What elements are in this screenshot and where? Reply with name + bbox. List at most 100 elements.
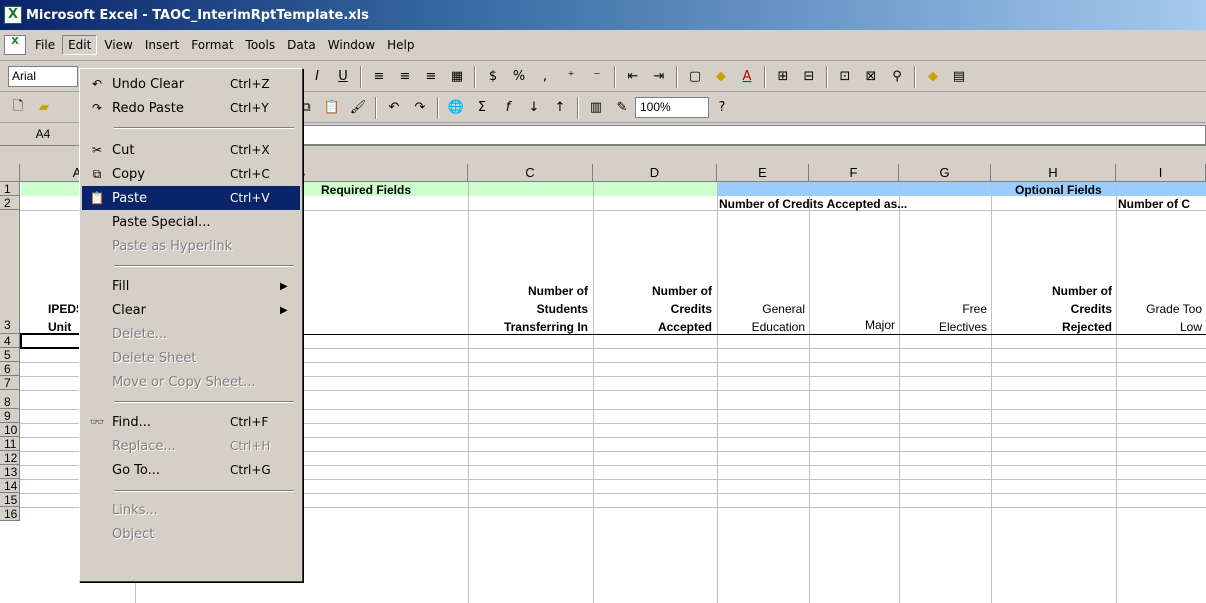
row-header[interactable]: 16 <box>0 507 20 521</box>
decrease-indent-icon[interactable]: ⇤ <box>621 66 645 88</box>
hyperlink-icon[interactable]: 🌐 <box>444 97 468 119</box>
cell-e3[interactable]: General Education <box>717 300 805 336</box>
row-header[interactable]: 10 <box>0 423 20 437</box>
menu-edit[interactable]: Edit <box>62 35 98 55</box>
binoculars-icon: 👓 <box>89 415 105 429</box>
menu-redo[interactable]: ↷ Redo Paste Ctrl+Y <box>82 96 300 120</box>
menu-find[interactable]: 👓 Find... Ctrl+F <box>82 410 300 434</box>
toolbar-button-icon[interactable]: ⊟ <box>797 66 821 88</box>
sort-ascending-icon[interactable]: ↓ <box>522 97 546 119</box>
row-header[interactable]: 8 <box>0 390 20 409</box>
merge-center-icon[interactable]: ▦ <box>445 66 469 88</box>
increase-indent-icon[interactable]: ⇥ <box>647 66 671 88</box>
row-header[interactable]: 11 <box>0 437 20 451</box>
underline-icon[interactable]: U <box>331 66 355 88</box>
cell-g3[interactable]: Free Electives <box>899 300 987 336</box>
menu-file[interactable]: File <box>30 36 60 54</box>
menu-insert[interactable]: Insert <box>140 36 184 54</box>
row-header[interactable]: 2 <box>0 196 20 210</box>
toolbar-button-icon[interactable]: ▤ <box>947 66 971 88</box>
menu-format[interactable]: Format <box>186 36 238 54</box>
italic-icon[interactable]: I <box>305 66 329 88</box>
decrease-decimal-icon[interactable]: ⁻ <box>585 66 609 88</box>
percent-icon[interactable]: % <box>507 66 531 88</box>
cell-b1[interactable]: Required Fields <box>321 183 411 197</box>
undo-icon[interactable]: ↶ <box>382 97 406 119</box>
diamond-icon[interactable]: ◆ <box>921 66 945 88</box>
name-box[interactable]: A4 <box>8 125 78 145</box>
menu-copy[interactable]: ⧉ Copy Ctrl+C <box>82 162 300 186</box>
grid-line <box>717 182 718 603</box>
align-right-icon[interactable]: ≡ <box>419 66 443 88</box>
align-left-icon[interactable]: ≡ <box>367 66 391 88</box>
new-document-icon[interactable]: 🗋 <box>6 97 30 119</box>
menu-paste-special[interactable]: Paste Special... <box>82 210 300 234</box>
column-header[interactable]: E <box>717 164 809 182</box>
zoom-box[interactable]: 100% <box>635 97 709 118</box>
cell-e2[interactable]: Number of Credits Accepted as... <box>719 197 907 211</box>
cell-c3[interactable]: Number of Students Transferring In <box>468 282 588 336</box>
menu-goto[interactable]: Go To... Ctrl+G <box>82 458 300 482</box>
row-header[interactable]: 9 <box>0 409 20 423</box>
align-center-icon[interactable]: ≡ <box>393 66 417 88</box>
sort-descending-icon[interactable]: ↑ <box>548 97 572 119</box>
formula-input[interactable] <box>300 125 1206 145</box>
row-header[interactable]: 13 <box>0 465 20 479</box>
menu-undo[interactable]: ↶ Undo Clear Ctrl+Z <box>82 72 300 96</box>
fill-color-icon[interactable]: ◆ <box>709 66 733 88</box>
cell-i2[interactable]: Number of C <box>1118 197 1190 211</box>
comma-icon[interactable]: , <box>533 66 557 88</box>
column-header[interactable]: D <box>593 164 717 182</box>
autosum-icon[interactable]: Σ <box>470 97 494 119</box>
cell-d3[interactable]: Number of Credits Accepted <box>593 282 712 336</box>
menu-help[interactable]: Help <box>382 36 419 54</box>
chart-wizard-icon[interactable]: ▥ <box>584 97 608 119</box>
font-name-box[interactable]: Arial <box>8 66 78 87</box>
row-header[interactable]: 5 <box>0 348 20 362</box>
cell-g3-line: Free <box>962 302 987 316</box>
row-header[interactable]: 15 <box>0 493 20 507</box>
row-header[interactable]: 4 <box>0 334 20 348</box>
paste-icon[interactable]: 📋 <box>320 97 344 119</box>
redo-icon[interactable]: ↷ <box>408 97 432 119</box>
open-folder-icon[interactable]: ▰ <box>32 97 56 119</box>
row-header[interactable]: 7 <box>0 376 20 390</box>
toolbar-button-icon[interactable]: ⊠ <box>859 66 883 88</box>
menu-data[interactable]: Data <box>282 36 321 54</box>
menu-fill[interactable]: Fill ▶ <box>82 274 300 298</box>
menu-cut[interactable]: ✂ Cut Ctrl+X <box>82 138 300 162</box>
help-icon[interactable]: ? <box>710 97 734 119</box>
menu-view[interactable]: View <box>99 36 137 54</box>
cell-h3[interactable]: Number of Credits Rejected <box>991 282 1112 336</box>
toolbar-button-icon[interactable]: ⊡ <box>833 66 857 88</box>
select-all-corner[interactable] <box>0 164 20 182</box>
increase-decimal-icon[interactable]: ⁺ <box>559 66 583 88</box>
row-header[interactable]: 12 <box>0 451 20 465</box>
drawing-icon[interactable]: ✎ <box>610 97 634 119</box>
cell-f3[interactable]: Major <box>809 318 895 332</box>
toolbar-button-icon[interactable]: ⚲ <box>885 66 909 88</box>
cell-i3[interactable]: Grade Too Low <box>1116 300 1202 336</box>
column-header[interactable]: G <box>899 164 991 182</box>
document-icon[interactable]: X <box>4 35 26 55</box>
row-header[interactable]: 14 <box>0 479 20 493</box>
row-header[interactable]: 3 <box>0 210 20 334</box>
menu-tools[interactable]: Tools <box>241 36 281 54</box>
font-color-icon[interactable]: A <box>735 66 759 88</box>
menu-paste[interactable]: 📋 Paste Ctrl+V <box>82 186 300 210</box>
row-header[interactable]: 6 <box>0 362 20 376</box>
column-header[interactable]: H <box>991 164 1116 182</box>
row-header[interactable]: 1 <box>0 182 20 196</box>
column-header[interactable]: I <box>1116 164 1206 182</box>
function-icon[interactable]: f <box>496 97 520 119</box>
currency-icon[interactable]: $ <box>481 66 505 88</box>
menu-clear[interactable]: Clear ▶ <box>82 298 300 322</box>
borders-icon[interactable]: ▢ <box>683 66 707 88</box>
format-painter-icon[interactable]: 🖌 <box>346 97 370 119</box>
cell-a3[interactable]: IPEDS Unit <box>48 300 78 336</box>
toolbar-button-icon[interactable]: ⊞ <box>771 66 795 88</box>
column-header[interactable]: F <box>809 164 899 182</box>
column-header[interactable]: C <box>468 164 593 182</box>
cell-h1[interactable]: Optional Fields <box>1015 183 1102 197</box>
menu-window[interactable]: Window <box>323 36 380 54</box>
